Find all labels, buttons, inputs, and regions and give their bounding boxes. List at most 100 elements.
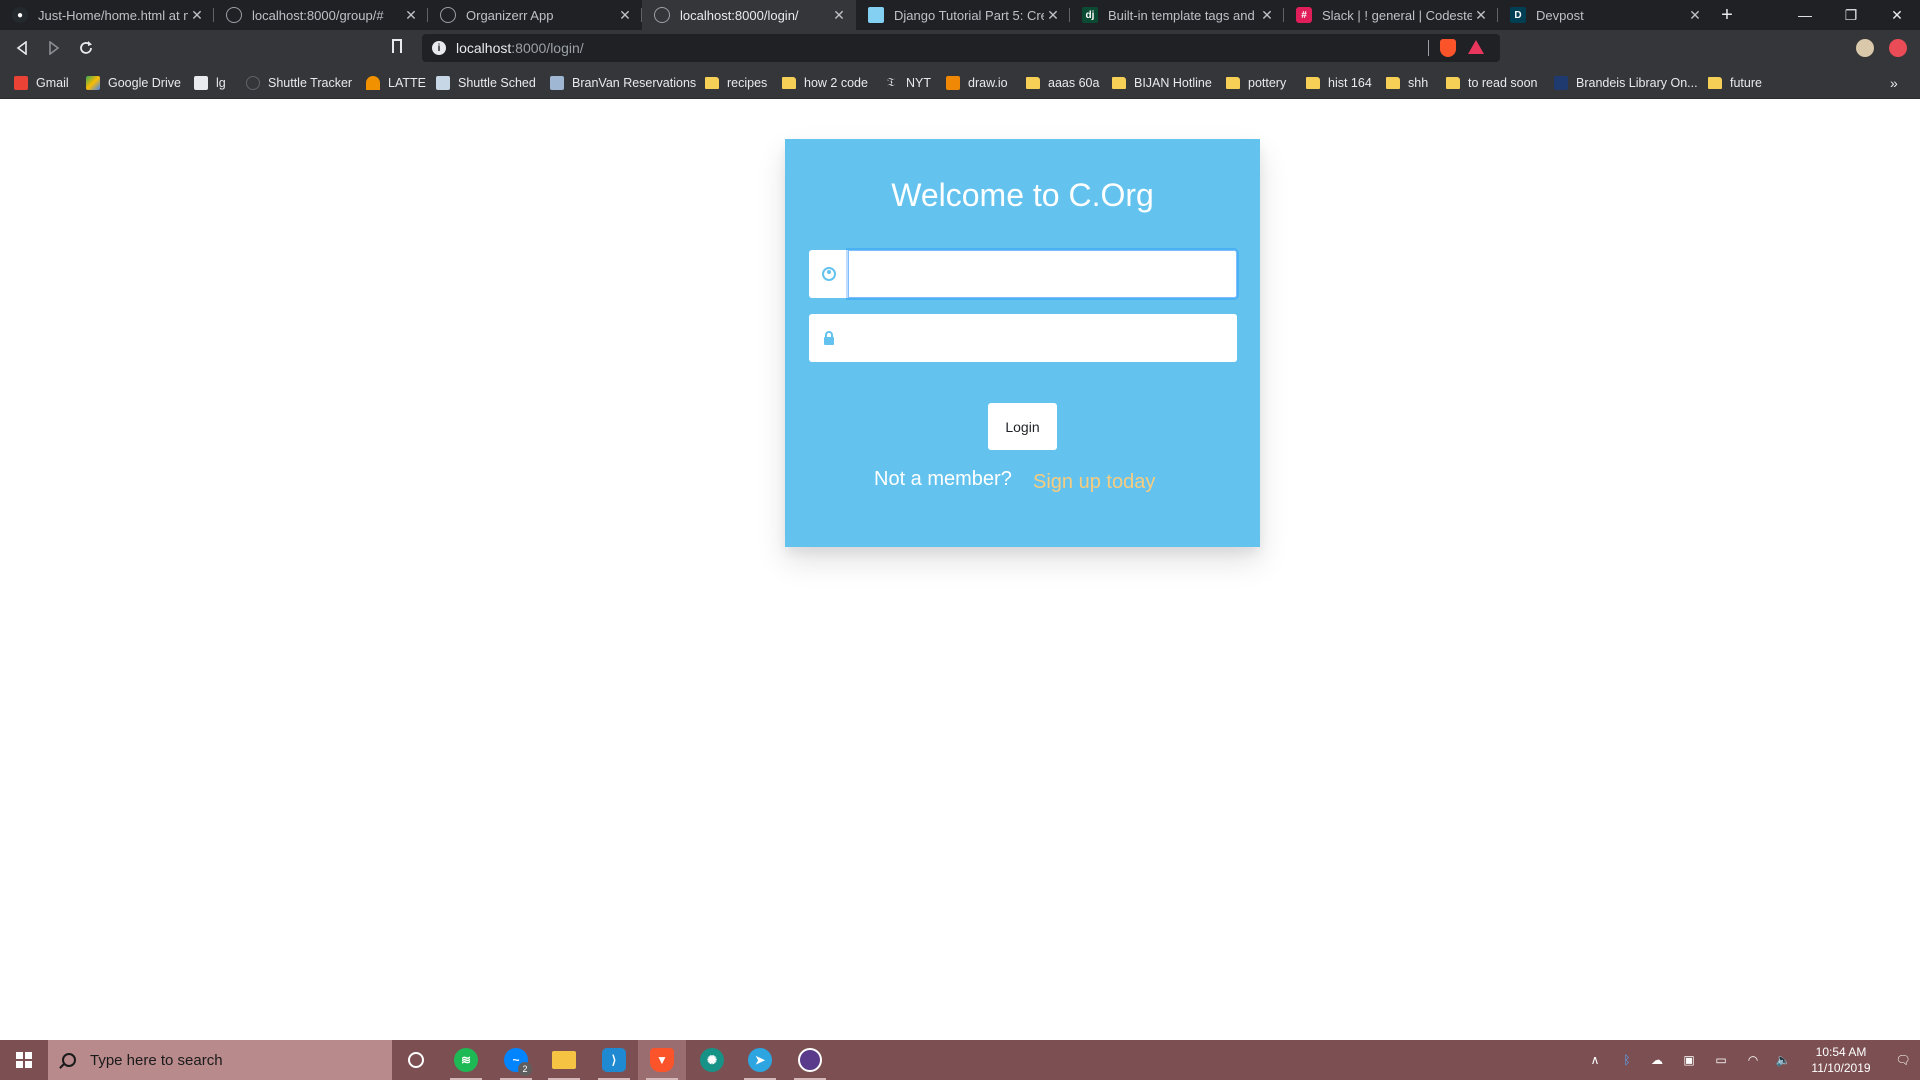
minimize-button[interactable]: —: [1782, 0, 1828, 30]
tab-organizerr[interactable]: Organizerr App ✕: [428, 0, 642, 30]
folder-icon: [1112, 76, 1126, 89]
username-group: [809, 250, 1237, 298]
taskbar-brave[interactable]: ▼: [638, 1040, 686, 1080]
bookmark-nyt[interactable]: 𝔗 NYT: [884, 66, 931, 99]
update-menu-icon[interactable]: [1889, 39, 1907, 57]
reload-button[interactable]: [72, 34, 100, 62]
slack-icon: #: [1296, 7, 1312, 23]
bookmark-lg[interactable]: lg: [194, 66, 226, 99]
system-clock[interactable]: 10:54 AM 11/10/2019: [1796, 1044, 1886, 1076]
tray-overflow-icon[interactable]: ∧: [1584, 1040, 1606, 1080]
close-tab-icon[interactable]: ✕: [616, 7, 634, 24]
taskbar-telegram[interactable]: ➤: [736, 1040, 784, 1080]
github-icon: ●: [12, 7, 28, 23]
restore-button[interactable]: ❐: [1828, 0, 1874, 30]
address-bar[interactable]: i localhost:8000/login/: [422, 34, 1500, 62]
bookmark-branvan[interactable]: BranVan Reservations: [550, 66, 696, 99]
bookmark-google-drive[interactable]: Google Drive: [86, 66, 181, 99]
site-info-icon[interactable]: i: [432, 41, 446, 55]
vscode-icon: ⟩: [602, 1048, 626, 1072]
bookmark-brandeis-library[interactable]: Brandeis Library On...: [1554, 66, 1698, 99]
more-bookmarks-button[interactable]: »: [1890, 66, 1898, 99]
close-tab-icon[interactable]: ✕: [1044, 7, 1062, 24]
folder-icon: [1708, 76, 1722, 89]
image-icon: [436, 75, 450, 90]
start-button[interactable]: [0, 1040, 48, 1080]
battery-icon[interactable]: ▭: [1710, 1040, 1732, 1080]
tab-github[interactable]: ● Just-Home/home.html at ma ✕: [0, 0, 214, 30]
bookmark-folder-shh[interactable]: shh: [1386, 66, 1428, 99]
bookmark-folder-recipes[interactable]: recipes: [705, 66, 767, 99]
folder-icon: [1226, 76, 1240, 89]
app-tray-icon[interactable]: ▣: [1678, 1040, 1700, 1080]
brave-rewards-icon[interactable]: [1468, 40, 1484, 54]
tab-login[interactable]: localhost:8000/login/ ✕: [642, 0, 856, 30]
password-input[interactable]: [848, 314, 1237, 362]
profile-avatar-icon[interactable]: [1856, 39, 1874, 57]
bookmark-shuttle-tracker[interactable]: Shuttle Tracker: [246, 66, 352, 99]
bookmark-folder-how2code[interactable]: how 2 code: [782, 66, 868, 99]
bookmark-shuttle-sched[interactable]: Shuttle Sched: [436, 66, 536, 99]
drawio-icon: [946, 75, 960, 90]
bookmark-folder-aaas[interactable]: aaas 60a: [1026, 66, 1099, 99]
tab-django-tutorial[interactable]: Django Tutorial Part 5: Creati ✕: [856, 0, 1070, 30]
login-button[interactable]: Login: [988, 403, 1057, 450]
page-icon: [550, 75, 564, 90]
bookmark-drawio[interactable]: draw.io: [946, 66, 1008, 99]
signup-link[interactable]: Sign up today: [1033, 471, 1155, 494]
brave-shields-icon[interactable]: [1440, 39, 1456, 57]
bookmark-gmail[interactable]: Gmail: [14, 66, 69, 99]
taskbar-app[interactable]: [786, 1040, 834, 1080]
tab-django-docs[interactable]: dj Built-in template tags and filt ✕: [1070, 0, 1284, 30]
tab-title: localhost:8000/login/: [680, 7, 799, 23]
gitkraken-icon: ✺: [700, 1048, 724, 1072]
taskbar-vscode[interactable]: ⟩: [590, 1040, 638, 1080]
bookmark-folder-future[interactable]: future: [1708, 66, 1762, 99]
close-window-button[interactable]: ✕: [1874, 0, 1920, 30]
bookmark-latte[interactable]: LATTE: [366, 66, 426, 99]
bookmark-star-icon[interactable]: [392, 39, 402, 53]
close-tab-icon[interactable]: ✕: [1472, 7, 1490, 24]
taskbar-file-explorer[interactable]: [540, 1040, 588, 1080]
username-addon: [809, 250, 848, 298]
notifications-icon[interactable]: 🗨: [1886, 1040, 1920, 1080]
taskbar-gitkraken[interactable]: ✺: [688, 1040, 736, 1080]
bookmark-folder-pottery[interactable]: pottery: [1226, 66, 1286, 99]
tab-title: Devpost: [1536, 7, 1584, 23]
close-tab-icon[interactable]: ✕: [1258, 7, 1276, 24]
wifi-icon[interactable]: ◠: [1742, 1040, 1764, 1080]
tab-title: Organizerr App: [466, 7, 554, 23]
bookmark-folder-hist164[interactable]: hist 164: [1306, 66, 1372, 99]
close-tab-icon[interactable]: ✕: [188, 7, 206, 24]
tab-strip: ● Just-Home/home.html at ma ✕ localhost:…: [0, 0, 1920, 30]
close-tab-icon[interactable]: ✕: [1686, 7, 1704, 24]
folder-icon: [552, 1051, 576, 1069]
bluetooth-icon[interactable]: ᛒ: [1616, 1040, 1638, 1080]
username-input[interactable]: [848, 250, 1237, 298]
new-tab-button[interactable]: +: [1712, 0, 1742, 30]
taskbar-search[interactable]: Type here to search: [48, 1040, 392, 1080]
tab-title: Built-in template tags and filt: [1108, 7, 1258, 23]
close-tab-icon[interactable]: ✕: [830, 7, 848, 24]
tab-devpost[interactable]: D Devpost ✕: [1498, 0, 1712, 30]
taskbar-messenger[interactable]: ~2: [492, 1040, 540, 1080]
clock-date: 11/10/2019: [1811, 1061, 1871, 1075]
bookmark-folder-bijan[interactable]: BIJAN Hotline: [1112, 66, 1212, 99]
google-drive-icon: [86, 75, 100, 90]
login-heading: Welcome to C.Org: [891, 177, 1154, 213]
windows-logo-icon: [16, 1052, 32, 1068]
folder-icon: [1446, 76, 1460, 89]
onedrive-icon[interactable]: ☁: [1646, 1040, 1668, 1080]
back-button[interactable]: [8, 34, 36, 62]
forward-button[interactable]: [40, 34, 68, 62]
bookmark-folder-to-read-soon[interactable]: to read soon: [1446, 66, 1538, 99]
taskbar-spotify[interactable]: ≋: [442, 1040, 490, 1080]
reload-icon: [80, 41, 92, 54]
tab-slack[interactable]: # Slack | ! general | Codestellati ✕: [1284, 0, 1498, 30]
folder-icon: [1386, 76, 1400, 89]
cortana-button[interactable]: [392, 1040, 440, 1080]
tab-group[interactable]: localhost:8000/group/# ✕: [214, 0, 428, 30]
close-tab-icon[interactable]: ✕: [402, 7, 420, 24]
page-content: Welcome to C.Org Login Not a member? Sig…: [0, 99, 1920, 1040]
volume-icon[interactable]: 🔈: [1772, 1040, 1794, 1080]
